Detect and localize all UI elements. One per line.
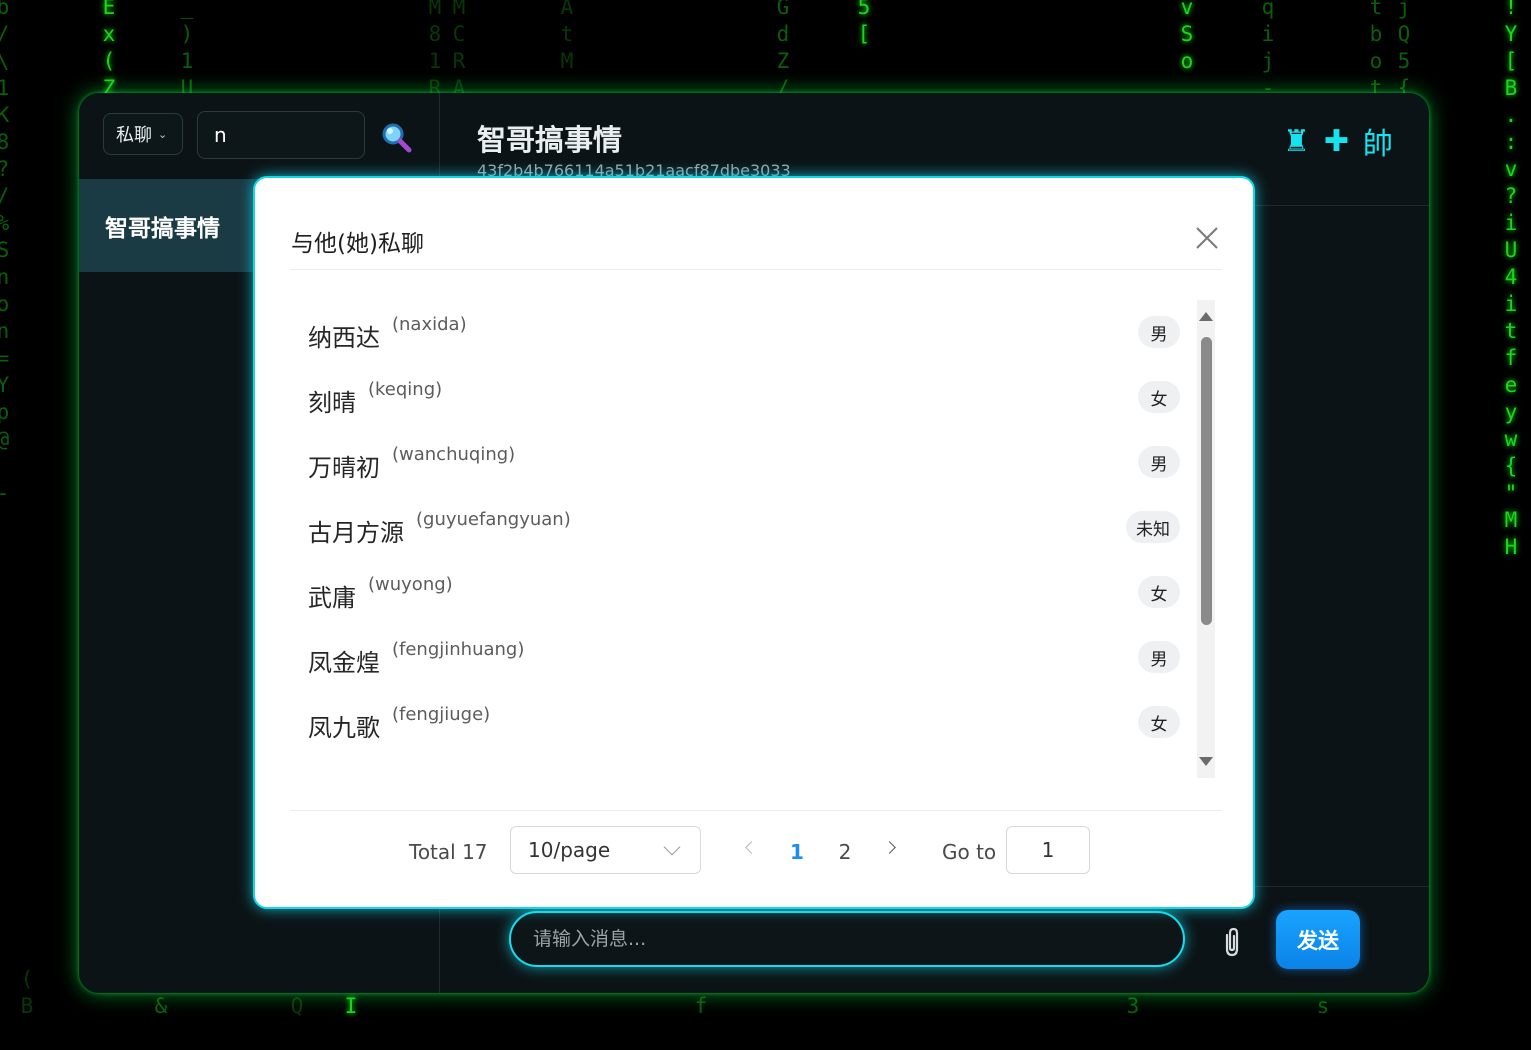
user-row[interactable]: 万晴初 (wanchuqing) 男 bbox=[290, 438, 1188, 503]
page-number-2[interactable]: 2 bbox=[830, 840, 860, 864]
rook-icon[interactable]: ♜ bbox=[1283, 124, 1310, 159]
user-row[interactable]: 武庸 (wuyong) 女 bbox=[290, 568, 1188, 633]
message-input[interactable] bbox=[509, 911, 1185, 967]
gender-tag: 女 bbox=[1138, 381, 1180, 413]
matrix-rain-column: M 8 1 R bbox=[428, 0, 442, 100]
user-username: (fengjiuge) bbox=[392, 704, 491, 725]
next-page-icon[interactable] bbox=[883, 841, 896, 854]
gender-tag: 女 bbox=[1138, 706, 1180, 738]
page-number-1[interactable]: 1 bbox=[782, 840, 812, 864]
matrix-rain-column: j Q 5 { bbox=[1397, 0, 1411, 100]
gender-tag: 男 bbox=[1138, 446, 1180, 478]
goto-label: Go to bbox=[942, 840, 997, 864]
user-display-name: 凤金煌 bbox=[308, 649, 380, 677]
user-username: (guyuefangyuan) bbox=[416, 509, 571, 530]
user-username: (naxida) bbox=[392, 314, 467, 335]
private-chat-modal: 与他(她)私聊 纳西达 (naxida) 男刻晴 (keqing) 女万晴初 (wanch… bbox=[253, 176, 1255, 909]
chat-title: 智哥搞事情 bbox=[477, 123, 623, 157]
matrix-rain-column: A t M bbox=[560, 0, 574, 73]
user-username: (fengjinhuang) bbox=[392, 639, 525, 660]
user-row[interactable]: 刻晴 (keqing) 女 bbox=[290, 373, 1188, 438]
matrix-rain-column: v S o bbox=[1180, 0, 1194, 73]
close-icon[interactable] bbox=[1195, 226, 1219, 250]
user-row[interactable]: 纳西达 (naxida) 男 bbox=[290, 308, 1188, 373]
header-actions: ♜ ✚ 帥 bbox=[1283, 119, 1393, 163]
page-size-value: 10/page bbox=[528, 838, 611, 862]
matrix-rain-column: G d Z / bbox=[776, 0, 790, 100]
user-row[interactable]: 凤金煌 (fengjinhuang) 男 bbox=[290, 633, 1188, 698]
gender-tag: 男 bbox=[1138, 641, 1180, 673]
modal-title: 与他(她)私聊 bbox=[291, 231, 424, 257]
scroll-thumb[interactable] bbox=[1201, 337, 1212, 625]
user-display-name: 武庸 bbox=[308, 584, 356, 612]
contact-name: 智哥搞事情 bbox=[105, 216, 220, 242]
scroll-up-arrow-icon[interactable] bbox=[1199, 312, 1213, 321]
user-display-name: 凤九歌 bbox=[308, 714, 380, 742]
goto-input[interactable] bbox=[1006, 826, 1090, 874]
pagination: Total 17 10/page 1 2 Go to bbox=[255, 826, 1257, 876]
chevron-down-icon bbox=[663, 838, 681, 856]
modal-divider bbox=[290, 269, 1222, 270]
user-username: (wuyong) bbox=[368, 574, 453, 595]
page-size-select[interactable]: 10/page bbox=[510, 826, 701, 874]
gender-tag: 男 bbox=[1138, 316, 1180, 348]
scroll-down-arrow-icon[interactable] bbox=[1199, 757, 1213, 766]
matrix-rain-column: 5 [ bbox=[857, 0, 871, 46]
matrix-rain-column: _ ) 1 U bbox=[180, 0, 194, 100]
scrollbar[interactable] bbox=[1197, 300, 1215, 778]
chat-type-label: 私聊 bbox=[116, 125, 152, 146]
gender-tag: 未知 bbox=[1126, 511, 1180, 543]
user-row[interactable]: 凤九歌 (fengjiuge) 女 bbox=[290, 698, 1188, 763]
matrix-rain-column: M C R A bbox=[452, 0, 466, 100]
matrix-rain-column: ! Y [ B . : v ? i U 4 i t f e y w { " M … bbox=[1504, 0, 1518, 559]
user-display-name: 刻晴 bbox=[308, 389, 356, 417]
user-display-name: 纳西达 bbox=[308, 324, 380, 352]
matrix-rain-column: E x ( Z bbox=[102, 0, 116, 100]
user-username: (wanchuqing) bbox=[392, 444, 516, 465]
matrix-rain-column: t b o t bbox=[1369, 0, 1383, 100]
search-input[interactable] bbox=[197, 111, 365, 159]
chevron-down-icon: ⌄ bbox=[158, 127, 168, 141]
plus-icon[interactable]: ✚ bbox=[1324, 124, 1349, 159]
matrix-rain-column: ( B bbox=[20, 967, 34, 1018]
gender-tag: 女 bbox=[1138, 576, 1180, 608]
user-row[interactable]: 古月方源 (guyuefangyuan) 未知 bbox=[290, 503, 1188, 568]
shuai-icon[interactable]: 帥 bbox=[1363, 119, 1393, 163]
modal-divider bbox=[290, 810, 1222, 811]
total-label: Total 17 bbox=[409, 840, 488, 864]
user-display-name: 万晴初 bbox=[308, 454, 380, 482]
user-username: (keqing) bbox=[368, 379, 443, 400]
chat-type-select[interactable]: 私聊 ⌄ bbox=[103, 113, 183, 155]
prev-page-icon[interactable] bbox=[745, 841, 758, 854]
user-display-name: 古月方源 bbox=[308, 519, 404, 547]
paperclip-icon[interactable] bbox=[1219, 925, 1245, 959]
user-list: 纳西达 (naxida) 男刻晴 (keqing) 女万晴初 (wanchuqing) 男古… bbox=[290, 303, 1188, 773]
matrix-rain-column: b / \ 1 K 8 ? / % S n o n = Y p @ - bbox=[0, 0, 10, 505]
matrix-rain-column: q i j - bbox=[1261, 0, 1275, 100]
magnifier-icon[interactable] bbox=[379, 120, 413, 154]
send-button[interactable]: 发送 bbox=[1276, 910, 1360, 969]
